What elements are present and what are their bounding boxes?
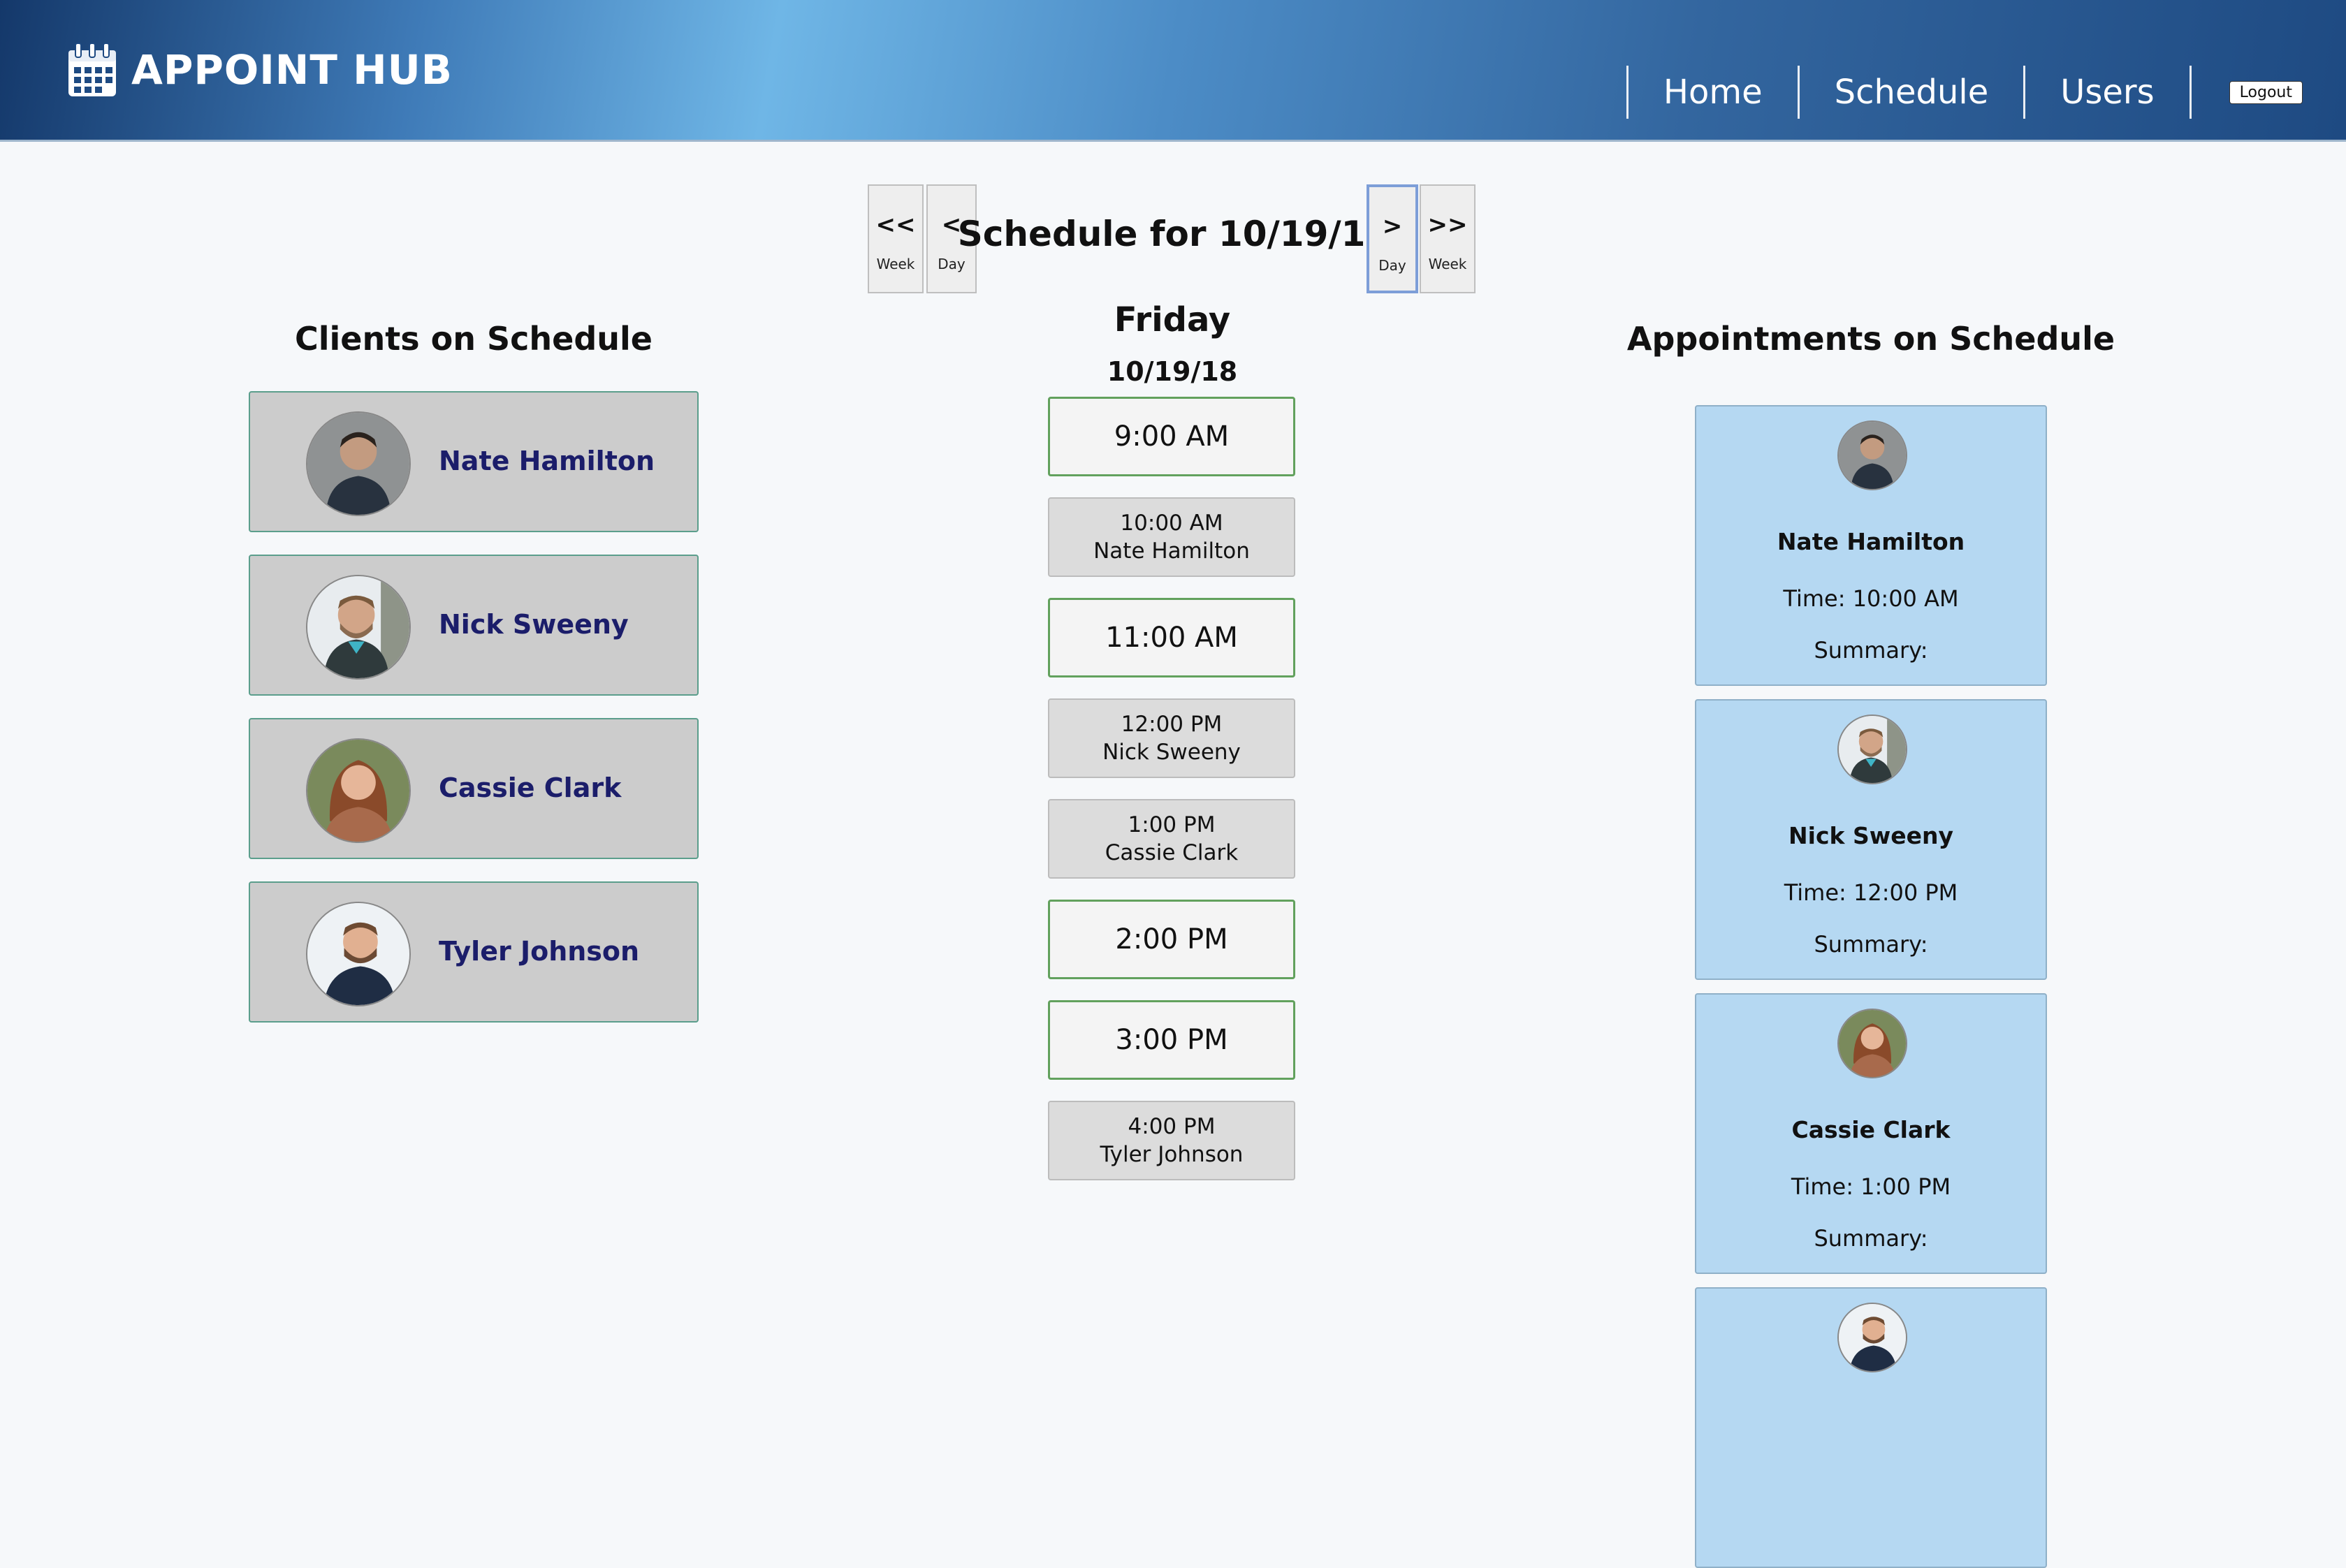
avatar	[306, 738, 411, 843]
time-slot-free[interactable]: 3:00 PM	[1048, 1000, 1295, 1080]
appointment-client-name: Nate Hamilton	[1777, 528, 1965, 555]
brand-name: APPOINT HUB	[131, 46, 453, 94]
slot-time: 10:00 AM	[1120, 511, 1223, 536]
appointment-summary: Summary:	[1814, 1225, 1928, 1252]
slot-time: 9:00 AM	[1114, 420, 1230, 453]
prev-week-label: Week	[876, 256, 915, 272]
appointment-summary: Summary:	[1814, 637, 1928, 664]
time-slot-booked[interactable]: 10:00 AM Nate Hamilton	[1048, 497, 1295, 577]
appointment-time: Time: 1:00 PM	[1791, 1173, 1951, 1200]
calendar-icon	[68, 43, 116, 96]
nav-divider	[1626, 66, 1629, 119]
appointment-time: Time: 12:00 PM	[1784, 879, 1958, 906]
avatar	[1837, 715, 1907, 784]
time-slot-booked[interactable]: 12:00 PM Nick Sweeny	[1048, 698, 1295, 778]
nav-home[interactable]: Home	[1629, 73, 1798, 112]
nav-users[interactable]: Users	[2025, 73, 2189, 112]
avatar	[1837, 1303, 1907, 1372]
logout-button[interactable]: Logout	[2229, 80, 2303, 104]
nav-divider	[2023, 66, 2026, 119]
appointment-card[interactable]: Nate Hamilton Time: 10:00 AM Summary:	[1695, 405, 2047, 686]
slot-time: 1:00 PM	[1128, 812, 1216, 837]
appointment-client-name: Cassie Clark	[1791, 1116, 1951, 1143]
client-card[interactable]: Nate Hamilton	[249, 391, 699, 532]
time-slot-booked[interactable]: 4:00 PM Tyler Johnson	[1048, 1101, 1295, 1180]
slot-client: Tyler Johnson	[1100, 1142, 1244, 1167]
appointment-time: Time: 10:00 AM	[1783, 585, 1959, 612]
main-nav: Home Schedule Users Logout	[1626, 66, 2346, 119]
appointment-summary: Summary:	[1814, 931, 1928, 958]
avatar	[1837, 1009, 1907, 1078]
client-card[interactable]: Cassie Clark	[249, 718, 699, 859]
client-name: Nate Hamilton	[439, 446, 655, 476]
time-slot-free[interactable]: 2:00 PM	[1048, 900, 1295, 979]
avatar	[306, 902, 411, 1006]
slot-client: Cassie Clark	[1105, 840, 1239, 865]
appointment-card[interactable]: Nick Sweeny Time: 12:00 PM Summary:	[1695, 699, 2047, 980]
client-name: Tyler Johnson	[439, 936, 640, 967]
day-date: 10/19/18	[1107, 356, 1238, 387]
appointment-client-name: Nick Sweeny	[1788, 822, 1953, 849]
next-day-button[interactable]: > Day	[1367, 184, 1418, 293]
slot-time: 12:00 PM	[1121, 712, 1223, 737]
time-slot-booked[interactable]: 1:00 PM Cassie Clark	[1048, 799, 1295, 879]
client-name: Cassie Clark	[439, 772, 622, 803]
appointment-card[interactable]: Cassie Clark Time: 1:00 PM Summary:	[1695, 993, 2047, 1274]
prev-day-label: Day	[938, 256, 966, 272]
appointments-title: Appointments on Schedule	[1626, 320, 2115, 358]
client-name: Nick Sweeny	[439, 609, 629, 640]
slot-time: 11:00 AM	[1105, 622, 1238, 654]
clients-title: Clients on Schedule	[295, 320, 653, 358]
slot-time: 4:00 PM	[1128, 1114, 1216, 1139]
next-week-button[interactable]: >> Week	[1420, 184, 1476, 293]
next-week-label: Week	[1428, 256, 1467, 272]
prev-week-button[interactable]: << Week	[868, 184, 924, 293]
time-slot-free[interactable]: 11:00 AM	[1048, 598, 1295, 677]
brand[interactable]: APPOINT HUB	[67, 41, 453, 99]
avatar	[306, 411, 411, 516]
day-name: Friday	[1114, 300, 1231, 339]
nav-divider	[1797, 66, 1800, 119]
client-card[interactable]: Nick Sweeny	[249, 555, 699, 696]
avatar	[1837, 420, 1907, 490]
chevron-right-icon: >	[1382, 212, 1403, 240]
app-header: APPOINT HUB Home Schedule Users Logout	[0, 0, 2346, 142]
nav-schedule[interactable]: Schedule	[1800, 73, 2024, 112]
time-slot-free[interactable]: 9:00 AM	[1048, 397, 1295, 476]
schedule-title: Schedule for 10/19/18	[957, 214, 1390, 254]
double-chevron-left-icon: <<	[875, 211, 916, 239]
avatar	[306, 575, 411, 680]
nav-divider	[2189, 66, 2192, 119]
slot-time: 3:00 PM	[1115, 1024, 1228, 1056]
client-card[interactable]: Tyler Johnson	[249, 881, 699, 1023]
slot-client: Nate Hamilton	[1093, 538, 1250, 564]
slot-time: 2:00 PM	[1115, 923, 1228, 955]
next-day-label: Day	[1378, 257, 1406, 274]
double-chevron-right-icon: >>	[1427, 211, 1468, 239]
slot-client: Nick Sweeny	[1102, 740, 1241, 765]
appointment-card[interactable]	[1695, 1287, 2047, 1568]
